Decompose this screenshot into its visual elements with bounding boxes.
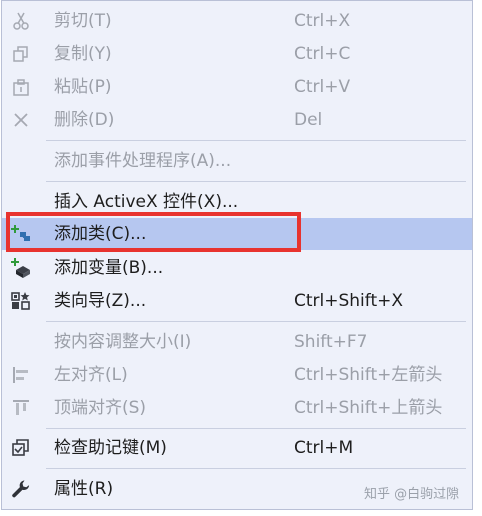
- menu-item-shortcut: Ctrl+Shift+X: [294, 291, 404, 311]
- menu-item-paste[interactable]: 粘贴(P) Ctrl+V: [2, 71, 472, 103]
- menu-item-class-wizard[interactable]: 类向导(Z)... Ctrl+Shift+X: [2, 285, 472, 317]
- menu-item-label: 属性(R): [54, 479, 114, 499]
- menu-item-add-event-handler[interactable]: 添加事件处理程序(A)...: [2, 145, 472, 177]
- class-wizard-icon: [10, 290, 32, 312]
- menu-item-shortcut: Ctrl+X: [294, 11, 351, 31]
- menu-item-shortcut: Shift+F7: [294, 332, 368, 352]
- menu-item-copy[interactable]: 复制(Y) Ctrl+C: [2, 38, 472, 70]
- menu-item-align-top[interactable]: 顶端对齐(S) Ctrl+Shift+上箭头: [2, 392, 472, 424]
- menu-item-shortcut: Ctrl+Shift+上箭头: [294, 398, 443, 418]
- menu-item-check-mnemonics[interactable]: 检查助记键(M) Ctrl+M: [2, 432, 472, 464]
- scissors-icon: [10, 10, 32, 32]
- delete-icon: [10, 109, 32, 131]
- menu-item-shortcut: Ctrl+Shift+左箭头: [294, 365, 443, 385]
- paste-icon: [10, 76, 32, 98]
- menu-item-label: 剪切(T): [54, 11, 112, 31]
- menu-separator: [46, 428, 466, 429]
- menu-item-shortcut: Ctrl+C: [294, 44, 351, 64]
- menu-item-label: 粘贴(P): [54, 77, 112, 97]
- menu-item-label: 类向导(Z)...: [54, 291, 147, 311]
- watermark: 知乎 @白驹过隙: [364, 487, 460, 502]
- check-mnemonics-icon: [10, 437, 32, 459]
- menu-separator: [46, 181, 466, 182]
- menu-item-label: 按内容调整大小(I): [54, 332, 192, 352]
- menu-item-label: 检查助记键(M): [54, 438, 167, 458]
- menu-item-shortcut: Ctrl+M: [294, 438, 354, 458]
- menu-item-cut[interactable]: 剪切(T) Ctrl+X: [2, 5, 472, 37]
- copy-icon: [10, 43, 32, 65]
- menu-item-label: 顶端对齐(S): [54, 398, 147, 418]
- menu-separator: [46, 140, 466, 141]
- menu-item-label: 删除(D): [54, 110, 115, 130]
- align-top-icon: [10, 397, 32, 419]
- menu-item-shortcut: Ctrl+V: [294, 77, 351, 97]
- align-left-icon: [10, 364, 32, 386]
- menu-item-shortcut: Del: [294, 110, 323, 130]
- context-menu: 剪切(T) Ctrl+X 复制(Y) Ctrl+C 粘贴(P) Ctrl+V 删…: [1, 0, 473, 510]
- red-highlight-box: [6, 212, 301, 252]
- menu-item-align-left[interactable]: 左对齐(L) Ctrl+Shift+左箭头: [2, 359, 472, 391]
- menu-separator: [46, 321, 466, 322]
- menu-item-size-to-content[interactable]: 按内容调整大小(I) Shift+F7: [2, 326, 472, 358]
- menu-item-label: 左对齐(L): [54, 365, 128, 385]
- add-variable-icon: [10, 257, 32, 279]
- menu-item-label: 添加变量(B)...: [54, 258, 164, 278]
- wrench-icon: [10, 478, 32, 500]
- menu-separator: [46, 468, 466, 469]
- menu-item-delete[interactable]: 删除(D) Del: [2, 104, 472, 136]
- menu-item-label: 添加事件处理程序(A)...: [54, 151, 232, 171]
- menu-item-add-variable[interactable]: 添加变量(B)...: [2, 252, 472, 284]
- menu-item-label: 复制(Y): [54, 44, 112, 64]
